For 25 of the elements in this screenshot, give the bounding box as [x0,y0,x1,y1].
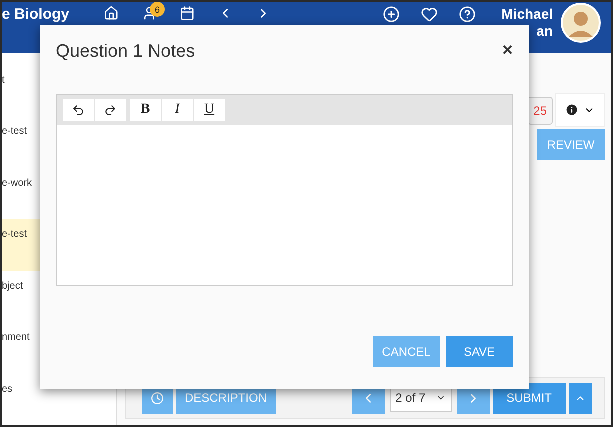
undo-icon [72,104,85,116]
submit-menu-button[interactable] [569,382,592,414]
score-badge: 25 [528,97,553,125]
dialog-title: Question 1 Notes [56,41,196,62]
redo-button[interactable] [95,99,126,121]
underline-button[interactable]: U [194,99,225,121]
info-dropdown[interactable] [555,93,605,127]
user-first-name: Michael [502,6,553,23]
redo-icon [104,104,117,116]
help-icon[interactable] [458,6,476,23]
undo-button[interactable] [63,99,94,121]
plus-icon[interactable] [382,6,400,23]
close-button[interactable]: × [502,41,513,59]
notification-badge: 6 [150,2,165,17]
calendar-icon[interactable] [180,6,194,21]
user-icon[interactable] [142,6,156,21]
home-icon[interactable] [104,6,118,21]
heart-icon[interactable] [420,6,438,23]
italic-button[interactable]: I [162,99,193,121]
bold-button[interactable]: B [130,99,161,121]
info-icon [564,103,579,117]
user-last-name: an [536,23,553,40]
course-title: e Biology [2,6,71,23]
clock-icon [151,392,164,404]
avatar-icon[interactable] [561,3,601,43]
